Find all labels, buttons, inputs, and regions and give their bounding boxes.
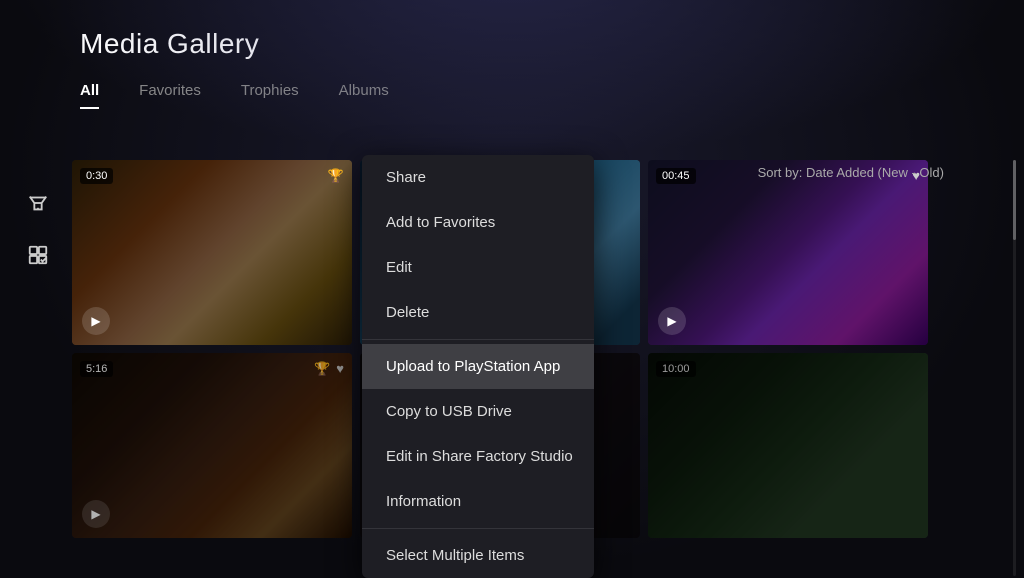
thumbnail-6[interactable]: 10:00 bbox=[648, 353, 928, 538]
menu-item-delete[interactable]: Delete bbox=[362, 290, 594, 335]
duration-badge: 00:45 bbox=[656, 168, 696, 184]
menu-item-copy-usb[interactable]: Copy to USB Drive bbox=[362, 389, 594, 434]
menu-item-upload-ps-app[interactable]: Upload to PlayStation App bbox=[362, 344, 594, 389]
menu-item-share[interactable]: Share bbox=[362, 155, 594, 200]
tab-all[interactable]: All bbox=[80, 82, 99, 107]
menu-divider-1 bbox=[362, 339, 594, 340]
page-title: Media Gallery bbox=[80, 28, 944, 60]
thumb-icons: 🏆 bbox=[328, 168, 344, 184]
context-menu: Share Add to Favorites Edit Delete Uploa… bbox=[362, 155, 594, 578]
menu-item-add-favorites[interactable]: Add to Favorites bbox=[362, 200, 594, 245]
menu-item-select-multiple[interactable]: Select Multiple Items bbox=[362, 533, 594, 578]
tab-trophies[interactable]: Trophies bbox=[241, 82, 299, 107]
favorite-icon: ♥ bbox=[336, 361, 344, 377]
header: Media Gallery All Favorites Trophies Alb… bbox=[0, 0, 1024, 107]
thumbnail-3[interactable]: 00:45 ♥ ▶ bbox=[648, 160, 928, 345]
play-icon[interactable]: ▶ bbox=[658, 307, 686, 335]
menu-item-information[interactable]: Information bbox=[362, 479, 594, 524]
sidebar bbox=[20, 185, 56, 273]
duration-badge: 10:00 bbox=[656, 361, 696, 377]
thumbnail-4[interactable]: 5:16 🏆 ♥ ▶ bbox=[72, 353, 352, 538]
play-icon[interactable]: ▶ bbox=[82, 500, 110, 528]
duration-badge: 5:16 bbox=[80, 361, 113, 377]
filter-icon[interactable] bbox=[20, 185, 56, 221]
select-icon[interactable] bbox=[20, 237, 56, 273]
scrollbar-thumb bbox=[1013, 160, 1016, 240]
menu-item-edit[interactable]: Edit bbox=[362, 245, 594, 290]
sort-label: Sort by: Date Added (New - Old) bbox=[758, 165, 944, 180]
thumb-icons: 🏆 ♥ bbox=[314, 361, 344, 377]
duration-badge: 0:30 bbox=[80, 168, 113, 184]
play-icon[interactable]: ▶ bbox=[82, 307, 110, 335]
menu-item-edit-sharefactory[interactable]: Edit in Share Factory Studio bbox=[362, 434, 594, 479]
tab-favorites[interactable]: Favorites bbox=[139, 82, 201, 107]
trophy-icon: 🏆 bbox=[328, 168, 344, 184]
tab-bar: All Favorites Trophies Albums bbox=[80, 82, 944, 107]
trophy-icon: 🏆 bbox=[314, 361, 330, 377]
tab-albums[interactable]: Albums bbox=[339, 82, 389, 107]
scrollbar[interactable] bbox=[1013, 160, 1016, 576]
thumbnail-1[interactable]: 0:30 🏆 ▶ bbox=[72, 160, 352, 345]
menu-divider-2 bbox=[362, 528, 594, 529]
